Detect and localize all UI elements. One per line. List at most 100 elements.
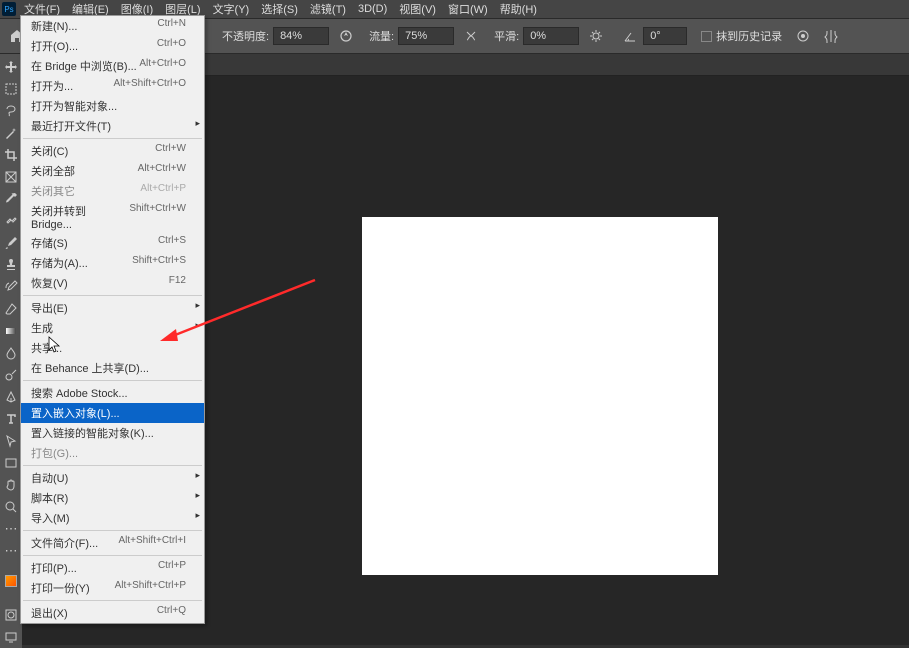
smoothing-label: 平滑:: [494, 28, 519, 44]
flow-input[interactable]: [398, 27, 454, 45]
menu-item[interactable]: 导出(E): [21, 298, 204, 318]
menu-help[interactable]: 帮助(H): [494, 0, 543, 19]
menu-window[interactable]: 窗口(W): [442, 0, 494, 19]
menu-item[interactable]: 搜索 Adobe Stock...: [21, 383, 204, 403]
menu-item-label: 打开为...: [31, 78, 73, 94]
menu-view[interactable]: 视图(V): [393, 0, 442, 19]
menu-item-label: 恢复(V): [31, 275, 68, 291]
tool-brush[interactable]: [1, 233, 21, 253]
tool-eyedropper[interactable]: [1, 189, 21, 209]
menu-select[interactable]: 选择(S): [255, 0, 304, 19]
menu-item-label: 打开(O)...: [31, 38, 78, 54]
history-toggle[interactable]: 抹到历史记录: [701, 28, 782, 44]
menu-item-label: 脚本(R): [31, 490, 68, 506]
pressure-size-icon[interactable]: [792, 25, 814, 47]
foreground-color[interactable]: [5, 575, 17, 587]
menu-item[interactable]: 导入(M): [21, 508, 204, 528]
menu-item-shortcut: Alt+Shift+Ctrl+I: [118, 535, 186, 551]
menu-item-shortcut: Alt+Shift+Ctrl+O: [113, 78, 186, 94]
menu-item[interactable]: 打开(O)... Ctrl+O: [21, 36, 204, 56]
menu-item-label: 置入链接的智能对象(K)...: [31, 425, 154, 441]
menu-item[interactable]: 在 Behance 上共享(D)...: [21, 358, 204, 378]
menu-item[interactable]: 脚本(R): [21, 488, 204, 508]
menu-item-label: 打印(P)...: [31, 560, 77, 576]
tool-stamp[interactable]: [1, 255, 21, 275]
menu-item[interactable]: 在 Bridge 中浏览(B)...Alt+Ctrl+O: [21, 56, 204, 76]
menu-item[interactable]: 打印一份(Y)Alt+Shift+Ctrl+P: [21, 578, 204, 598]
tool-pen[interactable]: [1, 387, 21, 407]
symmetry-icon[interactable]: [820, 25, 842, 47]
menu-item-label: 自动(U): [31, 470, 68, 486]
tool-crop[interactable]: [1, 145, 21, 165]
menu-item[interactable]: 打开为... Alt+Shift+Ctrl+O: [21, 76, 204, 96]
menu-item[interactable]: 退出(X)Ctrl+Q: [21, 603, 204, 623]
menu-item[interactable]: 文件简介(F)... Alt+Shift+Ctrl+I: [21, 533, 204, 553]
menu-3d[interactable]: 3D(D): [352, 1, 393, 17]
smoothing-input[interactable]: [523, 27, 579, 45]
menu-item[interactable]: 关闭全部Alt+Ctrl+W: [21, 161, 204, 181]
menu-separator: [23, 295, 202, 296]
menu-item-shortcut: Ctrl+O: [157, 38, 186, 54]
menu-item-shortcut: Alt+Ctrl+W: [138, 163, 186, 179]
menu-item-label: 存储为(A)...: [31, 255, 88, 271]
tool-blur[interactable]: [1, 343, 21, 363]
color-swatch[interactable]: [1, 568, 21, 594]
tool-type[interactable]: [1, 409, 21, 429]
tool-path-select[interactable]: [1, 431, 21, 451]
menu-item[interactable]: 共享...: [21, 338, 204, 358]
menu-item[interactable]: 打开为智能对象...: [21, 96, 204, 116]
tool-more[interactable]: ⋯: [1, 519, 21, 539]
menu-item-shortcut: Alt+Ctrl+P: [140, 183, 186, 199]
menu-item: 打包(G)...: [21, 443, 204, 463]
menu-item-shortcut: Ctrl+N: [157, 18, 186, 34]
tool-marquee[interactable]: [1, 79, 21, 99]
menu-item[interactable]: 打印(P)...Ctrl+P: [21, 558, 204, 578]
opacity-input[interactable]: [273, 27, 329, 45]
document-canvas[interactable]: [362, 217, 718, 575]
tool-edit-toolbar[interactable]: ⋯: [1, 541, 21, 561]
tool-gradient[interactable]: [1, 321, 21, 341]
menu-item-label: 文件简介(F)...: [31, 535, 98, 551]
menu-item-shortcut: Shift+Ctrl+S: [132, 255, 186, 271]
tool-wand[interactable]: [1, 123, 21, 143]
tool-history-brush[interactable]: [1, 277, 21, 297]
menu-item-shortcut: Ctrl+S: [158, 235, 186, 251]
menu-item-label: 关闭(C): [31, 143, 68, 159]
menu-item[interactable]: 最近打开文件(T): [21, 116, 204, 136]
tool-lasso[interactable]: [1, 101, 21, 121]
smoothing-options-icon[interactable]: [585, 25, 607, 47]
tool-eraser[interactable]: [1, 299, 21, 319]
menu-item-label: 共享...: [31, 340, 62, 356]
menu-item[interactable]: 置入链接的智能对象(K)...: [21, 423, 204, 443]
pressure-opacity-icon[interactable]: [335, 25, 357, 47]
tool-frame[interactable]: [1, 167, 21, 187]
menu-separator: [23, 530, 202, 531]
menu-item[interactable]: 关闭(C)Ctrl+W: [21, 141, 204, 161]
tool-dodge[interactable]: [1, 365, 21, 385]
menu-item-label: 存储(S): [31, 235, 68, 251]
menu-item[interactable]: 新建(N)...Ctrl+N: [21, 16, 204, 36]
quick-mask-icon[interactable]: [1, 605, 21, 625]
menu-filter[interactable]: 滤镜(T): [304, 0, 352, 19]
menu-item-label: 打包(G)...: [31, 445, 78, 461]
menu-item[interactable]: 生成: [21, 318, 204, 338]
menu-item[interactable]: 置入嵌入对象(L)...: [21, 403, 204, 423]
tool-zoom[interactable]: [1, 497, 21, 517]
menu-type[interactable]: 文字(Y): [207, 0, 256, 19]
app-logo: Ps: [2, 2, 16, 16]
tool-rectangle[interactable]: [1, 453, 21, 473]
screen-mode-icon[interactable]: [1, 627, 21, 647]
menu-item-label: 导出(E): [31, 300, 68, 316]
tool-healing[interactable]: [1, 211, 21, 231]
history-checkbox[interactable]: [701, 31, 712, 42]
menu-item[interactable]: 存储(S) Ctrl+S: [21, 233, 204, 253]
flow-label: 流量:: [369, 28, 394, 44]
tool-hand[interactable]: [1, 475, 21, 495]
menu-item[interactable]: 恢复(V)F12: [21, 273, 204, 293]
menu-item[interactable]: 存储为(A)... Shift+Ctrl+S: [21, 253, 204, 273]
airbrush-icon[interactable]: [460, 25, 482, 47]
tool-move[interactable]: [1, 57, 21, 77]
menu-item[interactable]: 关闭并转到 Bridge...Shift+Ctrl+W: [21, 201, 204, 233]
menu-item[interactable]: 自动(U): [21, 468, 204, 488]
angle-input[interactable]: [643, 27, 687, 45]
